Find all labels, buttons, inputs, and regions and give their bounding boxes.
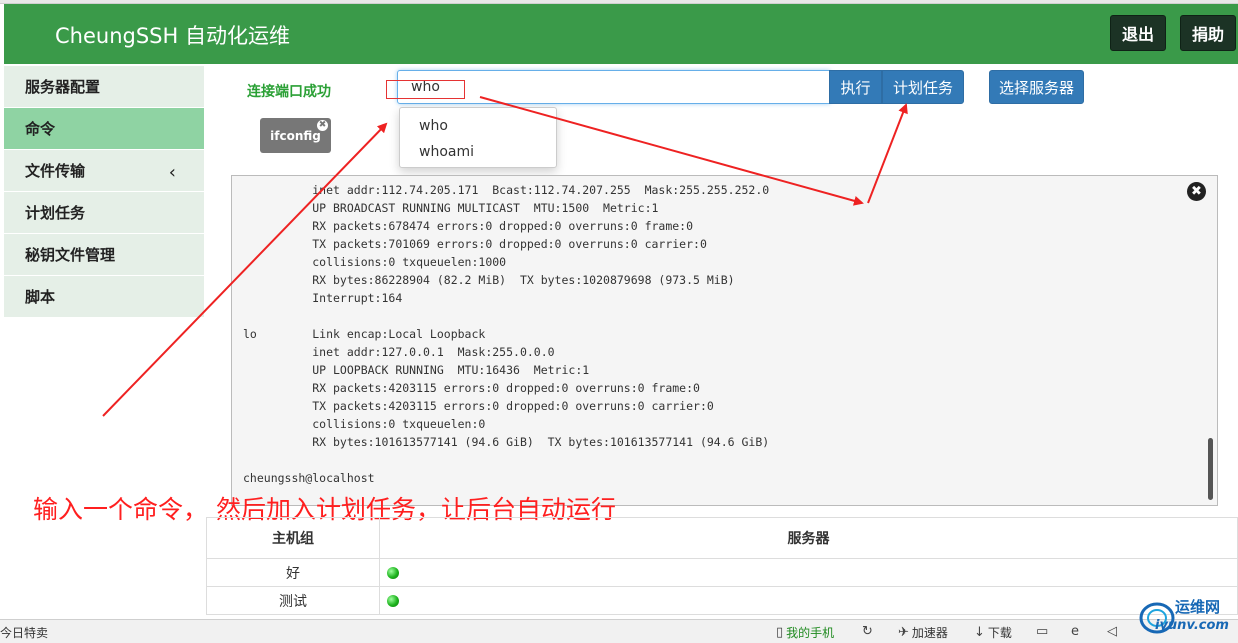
accelerator-button[interactable]: ✈ 加速器 [898, 624, 948, 641]
console-scrollbar[interactable] [1208, 438, 1213, 500]
download-label: 下载 [987, 626, 1012, 640]
sidebar-item-label: 秘钥文件管理 [25, 246, 116, 264]
chevron-left-icon: ‹ [168, 162, 176, 183]
schedule-task-button[interactable]: 计划任务 [882, 70, 964, 104]
column-header-group: 主机组 [206, 517, 380, 559]
refresh-button[interactable]: ↻ [862, 624, 873, 639]
close-icon[interactable]: ✖ [317, 120, 328, 131]
accelerator-label: 加速器 [911, 626, 948, 640]
audio-button[interactable]: ◁ [1107, 624, 1117, 639]
sidebar-item-server-config[interactable]: 服务器配置 [4, 66, 204, 108]
speaker-icon: ◁ [1107, 624, 1117, 639]
suggestion-item[interactable]: who [400, 113, 556, 139]
watermark-url: iyunv.com [1155, 618, 1229, 633]
status-left-text: 今日特卖 [0, 626, 49, 640]
sidebar-item-file-transfer[interactable]: 文件传输 ‹ [4, 150, 204, 192]
browser-icon-button[interactable]: e [1071, 624, 1079, 639]
browser-status-bar: 今日特卖 ▯ 我的手机 ↻ ✈ 加速器 ↓ 下载 ▭ e ◁ [0, 619, 1238, 643]
download-button[interactable]: ↓ 下载 [974, 624, 1012, 641]
sidebar-item-key-files[interactable]: 秘钥文件管理 [4, 234, 204, 276]
brand-title: CheungSSH 自动化运维 [55, 24, 290, 48]
phone-icon: ▯ [776, 625, 784, 640]
logout-button[interactable]: 退出 [1110, 15, 1166, 51]
connection-status: 连接端口成功 [247, 84, 331, 100]
donate-button[interactable]: 捐助 [1180, 15, 1236, 51]
command-input[interactable] [397, 70, 830, 104]
screenshot-button[interactable]: ▭ [1036, 624, 1048, 639]
download-icon: ↓ [974, 625, 985, 640]
rocket-icon: ✈ [898, 625, 909, 640]
console-output-text: inet addr:112.74.205.171 Bcast:112.74.20… [243, 183, 770, 485]
server-group-table: 主机组 服务器 好 测试 [206, 517, 1238, 615]
sidebar-item-label: 计划任务 [25, 204, 86, 222]
chip-label: ifconfig [270, 128, 321, 143]
column-header-server: 服务器 [379, 517, 1238, 559]
sidebar-item-scheduled-tasks[interactable]: 计划任务 [4, 192, 204, 234]
my-phone-button[interactable]: ▯ 我的手机 [776, 624, 834, 641]
server-cell [379, 558, 1238, 587]
table-row[interactable]: 好 [206, 558, 1238, 587]
refresh-icon: ↻ [862, 624, 873, 639]
site-watermark: 运维网 iyunv.com [1135, 594, 1238, 638]
output-console: inet addr:112.74.205.171 Bcast:112.74.20… [231, 175, 1218, 506]
group-cell: 好 [206, 558, 380, 587]
phone-label: 我的手机 [786, 626, 835, 640]
sidebar-item-label: 文件传输 [25, 162, 86, 180]
browser-icon: e [1071, 624, 1079, 639]
history-command-chip[interactable]: ifconfig ✖ [260, 118, 331, 153]
autocomplete-dropdown: who whoami [399, 107, 557, 168]
select-server-button[interactable]: 选择服务器 [989, 70, 1084, 104]
watermark-text: 运维网 [1175, 598, 1221, 616]
app-root: CheungSSH 自动化运维 退出 捐助 服务器配置 命令 文件传输 ‹ 计划任… [0, 0, 1238, 643]
sidebar-item-command[interactable]: 命令 [4, 108, 204, 150]
group-cell: 测试 [206, 586, 380, 615]
close-icon[interactable]: ✖ [1187, 182, 1206, 201]
screenshot-icon: ▭ [1036, 624, 1049, 639]
execute-button[interactable]: 执行 [829, 70, 882, 104]
sidebar-item-label: 服务器配置 [25, 78, 101, 96]
app-header: CheungSSH 自动化运维 退出 捐助 [4, 4, 1238, 64]
suggestion-item[interactable]: whoami [400, 139, 556, 165]
sidebar-item-label: 脚本 [25, 288, 56, 306]
sidebar-item-scripts[interactable]: 脚本 [4, 276, 204, 318]
table-row[interactable]: 测试 [206, 586, 1238, 615]
sidebar: 服务器配置 命令 文件传输 ‹ 计划任务 秘钥文件管理 脚本 [4, 66, 204, 318]
sidebar-item-label: 命令 [25, 120, 56, 138]
status-dot-icon [387, 594, 399, 607]
server-cell [379, 586, 1238, 615]
table-header-row: 主机组 服务器 [206, 517, 1238, 559]
status-dot-icon [387, 566, 399, 579]
